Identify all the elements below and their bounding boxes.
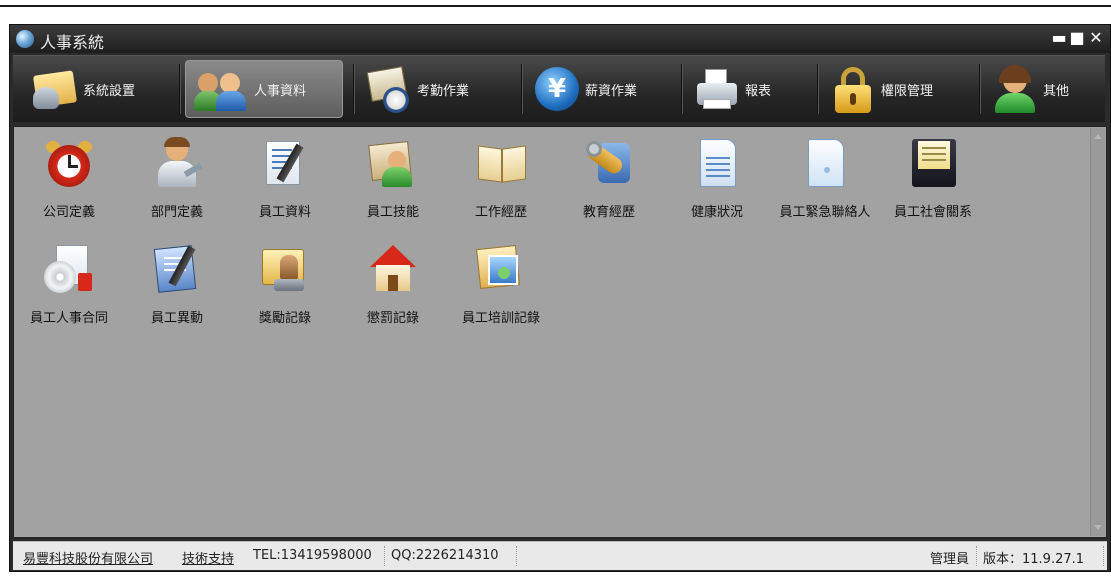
top-divider xyxy=(0,5,1111,7)
department-people-icon xyxy=(150,137,204,191)
module-label: 員工異動 xyxy=(150,311,203,326)
document-pen-icon xyxy=(258,137,312,191)
tab-permissions[interactable]: 權限管理 xyxy=(823,60,973,118)
people-icon xyxy=(192,65,250,113)
module-company-definition[interactable]: 公司定義 xyxy=(14,131,124,227)
qq-text: QQ:2226214310 xyxy=(391,548,499,563)
toolbar-separator xyxy=(179,64,181,114)
maximize-button[interactable]: ■ xyxy=(1068,28,1086,47)
module-label: 懲罰記錄 xyxy=(366,311,419,326)
module-label: 員工社會關系 xyxy=(893,205,972,220)
module-label: 員工資料 xyxy=(258,205,311,220)
main-toolbar: 系統設置 人事資料 考勤作業 ¥ 薪資作業 報表 權限管理 其他 xyxy=(13,55,1105,122)
support-link[interactable]: 技術支持 xyxy=(182,548,234,567)
app-window: 人事系統 ▬ ■ ✕ 系統設置 人事資料 考勤作業 ¥ 薪資作業 報表 權限管理… xyxy=(9,24,1111,572)
module-panel: 公司定義 部門定義 員工資料 員工技能 工作經歷 教育經歷 健康狀況 員工緊急聯… xyxy=(13,126,1107,538)
yen-coin-icon: ¥ xyxy=(533,65,581,113)
company-link[interactable]: 易豐科技股份有限公司 xyxy=(23,548,153,567)
module-training-records[interactable]: 員工培訓記錄 xyxy=(446,237,556,333)
tel-text: TEL:13419598000 xyxy=(253,548,372,563)
module-label: 健康狀況 xyxy=(690,205,743,220)
health-document-icon xyxy=(690,137,744,191)
title-bar: 人事系統 ▬ ■ ✕ xyxy=(10,25,1110,53)
toolbar-separator xyxy=(681,64,683,114)
current-user: 管理員 xyxy=(930,552,970,567)
house-icon xyxy=(366,243,420,297)
module-personnel-contract[interactable]: 員工人事合同 xyxy=(14,237,124,333)
tab-personnel-data[interactable]: 人事資料 xyxy=(185,60,343,118)
printer-icon xyxy=(693,65,741,113)
toolbar-separator xyxy=(979,64,981,114)
close-button[interactable]: ✕ xyxy=(1087,28,1105,47)
module-label: 公司定義 xyxy=(42,205,95,220)
window-title: 人事系統 xyxy=(40,33,105,52)
status-separator xyxy=(1103,546,1105,566)
toolbar-separator xyxy=(817,64,819,114)
module-department-definition[interactable]: 部門定義 xyxy=(122,131,232,227)
scroll-up-arrow-icon[interactable] xyxy=(1094,134,1102,139)
module-label: 員工技能 xyxy=(366,205,419,220)
module-employee-data[interactable]: 員工資料 xyxy=(230,131,340,227)
tab-attendance[interactable]: 考勤作業 xyxy=(359,60,509,118)
module-reward-records[interactable]: 獎勵記錄 xyxy=(230,237,340,333)
status-separator xyxy=(384,546,386,566)
module-punishment-records[interactable]: 懲罰記錄 xyxy=(338,237,448,333)
tab-label: 權限管理 xyxy=(881,83,934,99)
tab-label: 薪資作業 xyxy=(585,83,638,99)
alarm-clock-icon xyxy=(42,137,96,191)
toolbar-separator xyxy=(521,64,523,114)
module-label: 部門定義 xyxy=(150,205,203,220)
module-health-status[interactable]: 健康狀況 xyxy=(662,131,772,227)
attendance-clock-icon xyxy=(365,65,413,113)
module-work-experience[interactable]: 工作經歷 xyxy=(446,131,556,227)
education-tools-icon xyxy=(582,137,636,191)
module-emergency-contact[interactable]: 員工緊急聯絡人 xyxy=(770,131,880,227)
tab-system-settings[interactable]: 系統設置 xyxy=(25,60,165,118)
module-employee-transfer[interactable]: 員工異動 xyxy=(122,237,232,333)
emergency-contact-icon xyxy=(798,137,852,191)
module-education-experience[interactable]: 教育經歷 xyxy=(554,131,664,227)
transfer-document-icon xyxy=(150,243,204,297)
status-bar: 易豐科技股份有限公司 技術支持 TEL:13419598000 QQ:22262… xyxy=(13,541,1107,570)
module-label: 工作經歷 xyxy=(474,205,527,220)
status-separator xyxy=(976,546,978,566)
tab-reports[interactable]: 報表 xyxy=(687,60,807,118)
tab-label: 其他 xyxy=(1043,83,1070,99)
module-label: 員工培訓記錄 xyxy=(461,311,540,326)
reward-stamp-icon xyxy=(258,243,312,297)
minimize-button[interactable]: ▬ xyxy=(1050,28,1068,47)
module-label: 員工緊急聯絡人 xyxy=(779,205,871,220)
employee-skill-icon xyxy=(366,137,420,191)
module-label: 教育經歷 xyxy=(582,205,635,220)
support-agent-icon xyxy=(991,65,1039,113)
tab-label: 系統設置 xyxy=(83,83,136,99)
status-separator xyxy=(516,546,518,566)
module-employee-skills[interactable]: 員工技能 xyxy=(338,131,448,227)
toolbar-separator xyxy=(353,64,355,114)
padlock-icon xyxy=(829,65,877,113)
tab-label: 考勤作業 xyxy=(417,83,470,99)
tab-label: 報表 xyxy=(745,83,772,99)
app-globe-icon xyxy=(16,30,34,48)
settings-folder-icon xyxy=(31,65,79,113)
scroll-down-arrow-icon[interactable] xyxy=(1094,525,1102,530)
module-label: 獎勵記錄 xyxy=(258,311,311,326)
vertical-scrollbar[interactable] xyxy=(1090,128,1105,536)
photo-album-icon xyxy=(474,243,528,297)
floppy-disk-icon xyxy=(906,137,960,191)
contract-cd-icon xyxy=(42,243,96,297)
tab-salary[interactable]: ¥ 薪資作業 xyxy=(527,60,677,118)
tab-label: 人事資料 xyxy=(254,83,307,99)
module-social-relations[interactable]: 員工社會關系 xyxy=(878,131,988,227)
open-book-icon xyxy=(474,137,528,191)
tab-other[interactable]: 其他 xyxy=(985,60,1095,118)
version-text: 版本：11.9.27.1 xyxy=(983,552,1085,567)
module-label: 員工人事合同 xyxy=(29,311,108,326)
